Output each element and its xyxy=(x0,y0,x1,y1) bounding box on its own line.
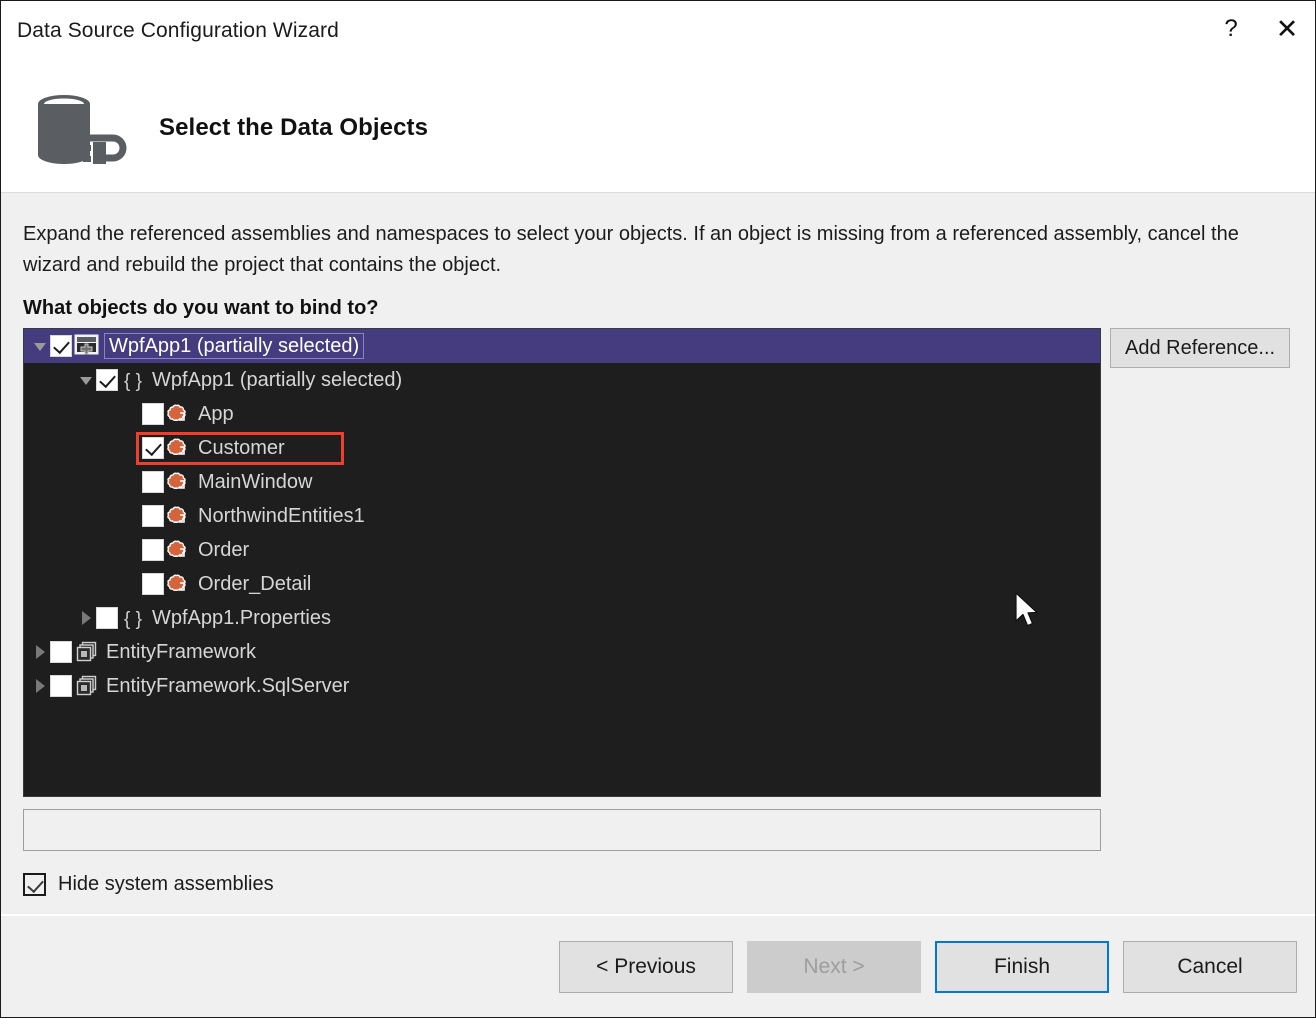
tree-side-actions: Add Reference... xyxy=(1101,328,1290,368)
tree-item-label: EntityFramework.SqlServer xyxy=(106,676,349,696)
expander-collapsed-icon[interactable] xyxy=(30,669,50,703)
triangle-down-icon xyxy=(34,343,46,351)
tree-item-checkbox[interactable] xyxy=(50,675,72,697)
add-reference-button[interactable]: Add Reference... xyxy=(1110,328,1290,368)
data-objects-tree[interactable]: WpfApp1 (partially selected) { } WpfApp1 (… xyxy=(23,328,1101,797)
tree-item-entityframework-sqlserver[interactable]: EntityFramework.SqlServer xyxy=(24,669,1100,703)
tree-item-label: EntityFramework xyxy=(106,642,256,662)
expander-spacer xyxy=(122,431,142,465)
triangle-right-icon xyxy=(36,645,45,659)
hide-system-assemblies-row[interactable]: Hide system assemblies xyxy=(23,873,1295,896)
tree-item-mainwindow[interactable]: MainWindow xyxy=(24,465,1100,499)
help-button[interactable]: ? xyxy=(1203,1,1259,57)
triangle-right-icon xyxy=(82,611,91,625)
namespace-icon: { } xyxy=(120,368,146,392)
tree-item-label: WpfApp1 (partially selected) xyxy=(152,370,402,390)
tree-item-checkbox[interactable] xyxy=(142,573,164,595)
namespace-icon: { } xyxy=(120,606,146,630)
tree-item-label: WpfApp1.Properties xyxy=(152,608,331,628)
expander-expanded-icon[interactable] xyxy=(30,329,50,363)
triangle-right-icon xyxy=(36,679,45,693)
tree-item-checkbox[interactable] xyxy=(96,369,118,391)
assembly-icon xyxy=(74,640,100,664)
tree-item-order[interactable]: Order xyxy=(24,533,1100,567)
tree-item-checkbox[interactable] xyxy=(96,607,118,629)
expander-spacer xyxy=(122,499,142,533)
project-icon xyxy=(74,334,100,358)
class-icon xyxy=(166,402,192,426)
hide-system-assemblies-checkbox[interactable] xyxy=(23,873,46,896)
question-mark-icon: ? xyxy=(1224,17,1237,41)
tree-item-checkbox[interactable] xyxy=(142,471,164,493)
assembly-icon xyxy=(74,674,100,698)
next-button: Next > xyxy=(747,941,921,993)
description-panel xyxy=(23,809,1101,851)
cancel-button[interactable]: Cancel xyxy=(1123,941,1297,993)
tree-item-label: WpfApp1 (partially selected) xyxy=(104,333,364,359)
hide-system-assemblies-label: Hide system assemblies xyxy=(58,873,274,896)
tree-item-app[interactable]: App xyxy=(24,397,1100,431)
title-bar: Data Source Configuration Wizard ? ✕ xyxy=(1,1,1315,63)
close-button[interactable]: ✕ xyxy=(1259,1,1315,57)
tree-and-actions-row: WpfApp1 (partially selected) { } WpfApp1 (… xyxy=(23,328,1295,797)
expander-expanded-icon[interactable] xyxy=(76,363,96,397)
tree-item-wpfapp1-partially-selected[interactable]: { } WpfApp1 (partially selected) xyxy=(24,363,1100,397)
expander-spacer xyxy=(122,567,142,601)
triangle-down-icon xyxy=(80,377,92,385)
data-source-configuration-wizard-dialog: Data Source Configuration Wizard ? ✕ xyxy=(0,0,1316,1018)
bind-question-label: What objects do you want to bind to? xyxy=(23,297,1295,320)
wizard-body: Expand the referenced assemblies and nam… xyxy=(1,193,1315,914)
expander-collapsed-icon[interactable] xyxy=(30,635,50,669)
window-title: Data Source Configuration Wizard xyxy=(1,1,339,43)
tree-item-customer[interactable]: Customer xyxy=(24,431,1100,465)
tree-item-checkbox[interactable] xyxy=(142,437,164,459)
class-icon xyxy=(166,470,192,494)
tree-item-label: App xyxy=(198,404,234,424)
tree-item-wpfapp1-properties[interactable]: { } WpfApp1.Properties xyxy=(24,601,1100,635)
expander-spacer xyxy=(122,533,142,567)
expander-spacer xyxy=(122,465,142,499)
svg-text:{ }: { } xyxy=(124,371,142,392)
close-icon: ✕ xyxy=(1276,16,1299,43)
class-icon xyxy=(166,504,192,528)
svg-text:{ }: { } xyxy=(124,609,142,630)
expander-collapsed-icon[interactable] xyxy=(76,601,96,635)
tree-item-label: Order_Detail xyxy=(198,574,311,594)
previous-button[interactable]: < Previous xyxy=(559,941,733,993)
page-title: Select the Data Objects xyxy=(159,114,428,142)
tree-item-checkbox[interactable] xyxy=(142,505,164,527)
wizard-footer: < Previous Next > Finish Cancel xyxy=(1,916,1315,1017)
title-bar-buttons: ? ✕ xyxy=(1203,1,1315,57)
class-icon xyxy=(166,436,192,460)
tree-item-label: MainWindow xyxy=(198,472,312,492)
instruction-text: Expand the referenced assemblies and nam… xyxy=(23,219,1263,281)
wizard-header: Select the Data Objects xyxy=(1,63,1315,193)
tree-item-label: NorthwindEntities1 xyxy=(198,506,365,526)
tree-item-entityframework[interactable]: EntityFramework xyxy=(24,635,1100,669)
tree-item-checkbox[interactable] xyxy=(50,335,72,357)
class-icon xyxy=(166,572,192,596)
finish-button[interactable]: Finish xyxy=(935,941,1109,993)
tree-item-checkbox[interactable] xyxy=(142,539,164,561)
tree-item-label: Customer xyxy=(198,438,285,458)
expander-spacer xyxy=(122,397,142,431)
database-connection-icon xyxy=(31,82,131,174)
class-icon xyxy=(166,538,192,562)
tree-item-label: Order xyxy=(198,540,249,560)
tree-item-checkbox[interactable] xyxy=(50,641,72,663)
tree-item-order-detail[interactable]: Order_Detail xyxy=(24,567,1100,601)
tree-item-wpfapp1-partially-selected[interactable]: WpfApp1 (partially selected) xyxy=(24,329,1100,363)
tree-item-northwindentities1[interactable]: NorthwindEntities1 xyxy=(24,499,1100,533)
tree-item-checkbox[interactable] xyxy=(142,403,164,425)
